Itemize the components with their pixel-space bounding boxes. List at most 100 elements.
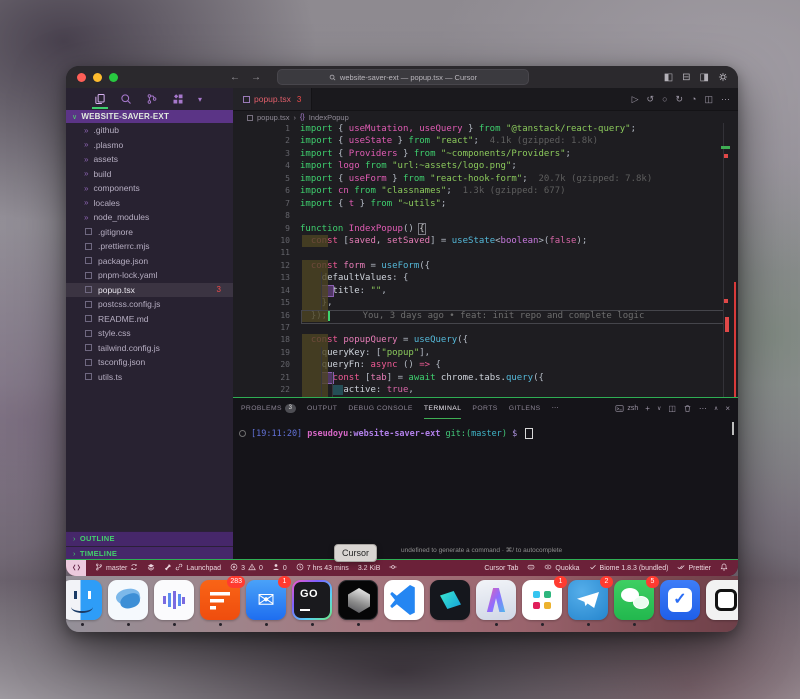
statusbar-git-commit[interactable]	[389, 563, 397, 573]
back-icon[interactable]: ←	[230, 72, 240, 83]
chevron-down-icon[interactable]: ▾	[198, 95, 202, 104]
sidebar-item-tsconfig-json[interactable]: tsconfig.json	[66, 355, 233, 370]
code-line-7[interactable]: 7import { t } from "~utils";	[233, 198, 738, 210]
statusbar-copilot[interactable]	[527, 563, 535, 573]
panel-more-tabs-icon[interactable]: ⋯	[552, 398, 559, 419]
code-line-6[interactable]: 6import cn from "classnames"; 1.3k (gzip…	[233, 185, 738, 197]
breadcrumb-symbol[interactable]: IndexPopup	[309, 113, 349, 122]
dock-item-arc-browser[interactable]	[476, 580, 516, 620]
dock-item-mail[interactable]: 1	[246, 580, 286, 620]
sidebar-item-popup-tsx[interactable]: popup.tsx3	[66, 283, 233, 298]
shell-selector[interactable]: zsh	[615, 404, 638, 413]
code-line-3[interactable]: 3import { Providers } from "~components/…	[233, 148, 738, 160]
code-line-13[interactable]: 13 defaultValues: {	[233, 272, 738, 284]
dock-item-things[interactable]	[660, 580, 700, 620]
statusbar-prettier[interactable]: Prettier	[677, 563, 711, 573]
dock-item-finder[interactable]	[66, 580, 102, 620]
code-line-10[interactable]: 10 const [saved, setSaved] = useState<bo…	[233, 235, 738, 247]
panel-tab-debug-console[interactable]: DEBUG CONSOLE	[348, 398, 413, 419]
panel-tab-problems[interactable]: PROBLEMS3	[241, 398, 296, 419]
split-terminal-icon[interactable]: ◫	[668, 404, 676, 413]
command-center-search[interactable]: website-saver-ext — popup.tsx — Cursor	[277, 69, 529, 85]
titlebar[interactable]: ← → website-saver-ext — popup.tsx — Curs…	[66, 66, 738, 89]
sidebar-item-assets[interactable]: »assets	[66, 152, 233, 167]
timeline-section[interactable]: › TIMELINE	[66, 546, 233, 561]
code-line-15[interactable]: 15 },	[233, 297, 738, 309]
breadcrumb-file[interactable]: popup.tsx	[257, 113, 290, 122]
code-line-8[interactable]: 8	[233, 210, 738, 222]
close-panel-icon[interactable]: ×	[725, 404, 730, 413]
dock-item-fox-app[interactable]	[108, 580, 148, 620]
sidebar-item-readme-md[interactable]: README.md	[66, 312, 233, 327]
sidebar-item--prettierrc-mjs[interactable]: .prettierrc.mjs	[66, 239, 233, 254]
panel-tab-gitlens[interactable]: GITLENS	[509, 398, 541, 419]
statusbar-feedback[interactable]: 0	[272, 563, 287, 573]
close-window-button[interactable]	[77, 73, 86, 82]
zoom-window-button[interactable]	[109, 73, 118, 82]
sidebar-item--github[interactable]: ».github	[66, 123, 233, 138]
timeline-icon[interactable]: ◔	[691, 94, 696, 105]
code-line-1[interactable]: 1import { useMutation, useQuery } from "…	[233, 123, 738, 135]
dock-item-telegram[interactable]: 2	[568, 580, 608, 620]
statusbar-launchpad[interactable]: Launchpad	[164, 563, 221, 573]
code-line-21[interactable]: 21 const [tab] = await chrome.tabs.query…	[233, 372, 738, 384]
code-editor[interactable]: 1import { useMutation, useQuery } from "…	[233, 123, 738, 397]
next-change-icon[interactable]: ↻	[676, 94, 684, 105]
toggle-panel-icon[interactable]: ⊟	[682, 72, 690, 83]
sidebar-item-pnpm-lock-yaml[interactable]: pnpm-lock.yaml	[66, 268, 233, 283]
panel-tab-ports[interactable]: PORTS	[472, 398, 497, 419]
minimize-window-button[interactable]	[93, 73, 102, 82]
sidebar-item-utils-ts[interactable]: utils.ts	[66, 370, 233, 385]
dock-item-clipboard-app[interactable]	[706, 580, 738, 620]
panel-tab-output[interactable]: OUTPUT	[307, 398, 337, 419]
tab-popup-tsx[interactable]: popup.tsx 3	[233, 88, 312, 110]
explorer-icon[interactable]	[94, 93, 106, 105]
statusbar-gitlens[interactable]	[147, 563, 155, 573]
code-line-16[interactable]: 16 }); You, 3 days ago • feat: init repo…	[233, 310, 738, 322]
statusbar-quokka[interactable]: Quokka	[544, 563, 579, 573]
sidebar-item-build[interactable]: »build	[66, 167, 233, 182]
code-line-4[interactable]: 4import logo from "url:~assets/logo.png"…	[233, 160, 738, 172]
panel-tab-terminal[interactable]: TERMINAL	[424, 398, 462, 419]
statusbar-problems[interactable]: 30	[230, 563, 263, 573]
code-line-9[interactable]: 9function IndexPopup() {	[233, 223, 738, 235]
dock-item-teal-app[interactable]	[430, 580, 470, 620]
dock-item-goland[interactable]	[292, 580, 332, 620]
scrollbar-error-strip[interactable]	[734, 282, 736, 397]
code-line-19[interactable]: 19 queryKey: ["popup"],	[233, 347, 738, 359]
statusbar-biome[interactable]: Biome 1.8.3 (bundled)	[589, 563, 669, 573]
source-control-icon[interactable]	[146, 93, 158, 105]
trash-icon[interactable]	[683, 404, 692, 413]
code-line-2[interactable]: 2import { useState } from "react"; 4.1k …	[233, 135, 738, 147]
search-view-icon[interactable]	[120, 93, 132, 105]
statusbar-file-size[interactable]: 3.2 KiB	[358, 565, 381, 572]
dock-item-cursor[interactable]	[338, 580, 378, 620]
terminal[interactable]: [19:11:20] pseudoyu:website-saver-ext gi…	[233, 418, 738, 561]
terminal-scrollbar[interactable]	[732, 422, 734, 435]
sidebar-item-postcss-config-js[interactable]: postcss.config.js	[66, 297, 233, 312]
sidebar-item-package-json[interactable]: package.json	[66, 254, 233, 269]
extensions-icon[interactable]	[172, 93, 184, 105]
sidebar-item-tailwind-config-js[interactable]: tailwind.config.js	[66, 341, 233, 356]
statusbar-wakatime[interactable]: 7 hrs 43 mins	[296, 563, 349, 573]
statusbar-remote-indicator[interactable]	[66, 560, 86, 576]
code-line-17[interactable]: 17	[233, 322, 738, 334]
more-icon[interactable]: ⋯	[699, 404, 707, 413]
forward-icon[interactable]: →	[251, 72, 261, 83]
run-icon[interactable]: ▷	[632, 94, 639, 105]
sidebar-item--plasmo[interactable]: ».plasmo	[66, 138, 233, 153]
maximize-panel-icon[interactable]: ∧	[714, 405, 718, 412]
code-line-11[interactable]: 11	[233, 247, 738, 259]
dock-item-audio-app[interactable]	[154, 580, 194, 620]
code-line-22[interactable]: 22 active: true,	[233, 384, 738, 396]
chevron-down-icon[interactable]: ∨	[657, 405, 661, 412]
code-line-5[interactable]: 5import { useForm } from "react-hook-for…	[233, 173, 738, 185]
dock-item-reader-app[interactable]: 283	[200, 580, 240, 620]
code-line-14[interactable]: 14 title: "",	[233, 285, 738, 297]
prev-change-icon[interactable]: ○	[662, 94, 667, 105]
outline-section[interactable]: › OUTLINE	[66, 531, 233, 546]
sidebar-item-style-css[interactable]: style.css	[66, 326, 233, 341]
dock-item-wechat[interactable]: 5	[614, 580, 654, 620]
more-actions-icon[interactable]: ⋯	[721, 94, 730, 105]
sidebar-item-node-modules[interactable]: »node_modules	[66, 210, 233, 225]
